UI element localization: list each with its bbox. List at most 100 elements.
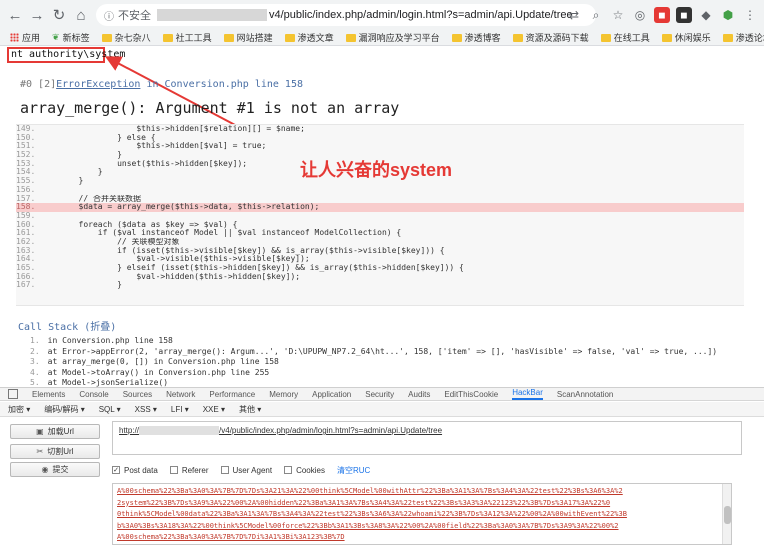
hackbar-menu-item[interactable]: 加密 ▾ — [8, 404, 30, 415]
line-number: 157. — [16, 194, 36, 203]
info-icon[interactable]: ⓘ — [104, 8, 114, 23]
devtools-tab-performance[interactable]: Performance — [209, 390, 255, 399]
code-text: // 关联模型对象 — [40, 237, 180, 246]
post-data-checkbox[interactable]: ✓ Post data — [112, 466, 158, 475]
devtools-tab-console[interactable]: Console — [79, 390, 108, 399]
devtools-tab-sources[interactable]: Sources — [123, 390, 152, 399]
bookmark-folder[interactable]: 资源及源码下载 — [512, 31, 589, 44]
code-line: 157. // 合并关联数据 — [16, 195, 744, 204]
callstack-toggle[interactable]: Call Stack (折叠) — [18, 318, 116, 333]
execute-icon: ◉ — [41, 465, 49, 474]
extension-gray-icon[interactable]: ◎ — [632, 7, 648, 23]
error-title: array_merge(): Argument #1 is not an arr… — [20, 99, 400, 117]
hackbar-menu-item[interactable]: SQL ▾ — [99, 405, 121, 414]
post-data-line: A%00schema%22%3Ba%3A0%3A%7B%7D%7Di%3A1%3… — [117, 533, 345, 541]
bookmark-folder[interactable]: 渗透文章 — [284, 31, 334, 44]
checkbox-icon — [284, 466, 293, 474]
extension-red-icon[interactable]: ◼ — [654, 7, 670, 23]
bookmark-folder[interactable]: 在线工具 — [600, 31, 650, 44]
scrollbar-thumb[interactable] — [724, 506, 731, 524]
folder-icon — [451, 33, 462, 42]
line-number: 158. — [16, 203, 36, 212]
post-data-line: 0think%5CModel%00data%22%3Ba%3A1%3A%7Bs%… — [117, 510, 627, 518]
split-url-button[interactable]: ✂ 切割Url — [10, 444, 100, 459]
zoom-icon[interactable]: ⌕ — [588, 7, 604, 23]
inspect-icon[interactable] — [8, 389, 18, 399]
bookmark-apps[interactable]: 应用 — [10, 31, 40, 44]
code-text: } elseif (isset($this->hidden[$key]) && … — [40, 264, 464, 272]
hackbar-menu-item[interactable]: LFI ▾ — [171, 405, 189, 414]
code-line: 163. if (isset($this->visible[$key]) && … — [16, 247, 744, 256]
apps-icon — [10, 33, 19, 42]
code-text: } — [40, 168, 103, 177]
code-line: 150. } else { — [16, 134, 744, 143]
error-exception-link[interactable]: ErrorException — [56, 79, 140, 90]
callstack-list: 1. in Conversion.php line 158 2. at Error->… — [30, 336, 750, 389]
devtools-tab-application[interactable]: Application — [312, 390, 351, 399]
bookmark-folder[interactable]: 网站搭建 — [223, 31, 273, 44]
extension-dark-icon[interactable]: ◼ — [676, 7, 692, 23]
execute-button[interactable]: ◉ 提交 — [10, 462, 100, 477]
back-icon[interactable]: ← — [4, 4, 26, 26]
code-line: 164. $val->visible($this->visible[$key])… — [16, 255, 744, 264]
code-text: } — [40, 151, 122, 160]
code-text: } else { — [40, 133, 156, 142]
devtools-tab-elements[interactable]: Elements — [32, 390, 65, 399]
post-data-scrollbar[interactable] — [722, 484, 731, 544]
devtools-tab-security[interactable]: Security — [365, 390, 394, 399]
bookmark-folder[interactable]: 渗透博客 — [451, 31, 501, 44]
translate-icon[interactable]: ⇄ — [566, 7, 582, 23]
load-icon: ▣ — [36, 427, 44, 436]
bookmark-folder[interactable]: 休闲娱乐 — [661, 31, 711, 44]
callstack-number: 1. — [30, 336, 40, 345]
home-icon[interactable]: ⌂ — [70, 4, 92, 26]
devtools-tab-hackbar[interactable]: HackBar — [512, 388, 543, 400]
folder-icon — [512, 33, 523, 42]
code-text: $this->hidden[$relation][] = $name; — [40, 125, 305, 133]
bookmark-folder[interactable]: 社工工具 — [162, 31, 212, 44]
line-number: 152. — [16, 151, 36, 160]
code-text: } — [40, 177, 84, 186]
bookmark-folder[interactable]: 杂七杂八 — [101, 31, 151, 44]
hackbar-menu-item[interactable]: XSS ▾ — [135, 405, 157, 414]
code-text: unset($this->hidden[$key]); — [40, 159, 248, 168]
code-line-highlighted: 158. $data = array_merge($this->data, $t… — [16, 203, 744, 212]
callstack-text: at Error->appError(2, 'array_merge(): Ar… — [47, 346, 718, 356]
menu-icon[interactable]: ⋮ — [742, 7, 758, 23]
code-text: } — [40, 281, 122, 290]
load-url-button[interactable]: ▣ 加载Url — [10, 424, 100, 439]
post-data-textarea[interactable]: A%00schema%22%3Ba%3A0%3A%7B%7D%7Ds%3A21%… — [112, 483, 732, 545]
reload-icon[interactable]: ↻ — [48, 4, 70, 26]
code-line: 165. } elseif (isset($this->hidden[$key]… — [16, 264, 744, 273]
hackbar-menu-item[interactable]: 其他 ▾ — [239, 404, 261, 415]
hackbar-menu-item[interactable]: 编码/解码 ▾ — [44, 404, 84, 415]
devtools-tab-editthiscookie[interactable]: EditThisCookie — [444, 390, 498, 399]
code-line: 149. $this->hidden[$relation][] = $name; — [16, 125, 744, 134]
devtools-tab-audits[interactable]: Audits — [408, 390, 430, 399]
line-number: 167. — [16, 281, 36, 290]
devtools-tab-memory[interactable]: Memory — [269, 390, 298, 399]
user-agent-checkbox[interactable]: User Agent — [220, 466, 272, 475]
folder-icon — [101, 33, 112, 42]
bookmark-new-tab[interactable]: ❦ 新标签 — [52, 31, 90, 44]
url-textarea[interactable]: http:///v4/public/index.php/admin/login.… — [112, 421, 742, 455]
bookmark-folder[interactable]: 漏洞响应及学习平台 — [345, 31, 440, 44]
address-bar[interactable]: ⓘ 不安全 v4/public/index.php/admin/login.ht… — [96, 4, 596, 26]
line-number: 160. — [16, 220, 36, 229]
line-number: 165. — [16, 264, 36, 272]
hackbar-menu-item[interactable]: XXE ▾ — [203, 405, 225, 414]
devtools-tab-scanannotation[interactable]: ScanAnnotation — [557, 390, 614, 399]
code-line: 159. — [16, 212, 744, 221]
extension-shield-icon[interactable]: ⬢ — [720, 7, 736, 23]
clear-all-link[interactable]: 清空RUC — [337, 465, 370, 476]
hackbar-menu: 加密 ▾ 编码/解码 ▾ SQL ▾ XSS ▾ LFI ▾ XXE ▾ 其他 ▾ — [0, 402, 764, 417]
cookies-checkbox[interactable]: Cookies — [284, 466, 325, 475]
extension-diamond-icon[interactable]: ◆ — [698, 7, 714, 23]
star-icon[interactable]: ☆ — [610, 7, 626, 23]
referer-checkbox[interactable]: Referer — [169, 466, 209, 475]
extension-icons: ⇄ ⌕ ☆ ◎ ◼ ◼ ◆ ⬢ ⋮ — [566, 4, 758, 26]
bookmark-folder[interactable]: 渗透论坛 — [722, 31, 764, 44]
line-number: 161. — [16, 229, 36, 238]
devtools-tab-network[interactable]: Network — [166, 390, 195, 399]
forward-icon[interactable]: → — [26, 4, 48, 26]
